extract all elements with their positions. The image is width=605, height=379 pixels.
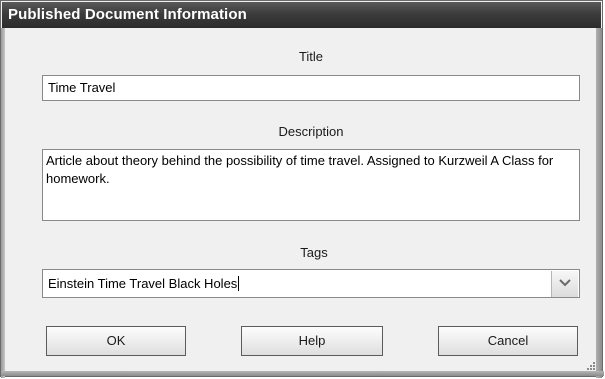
description-textarea-value: Article about theory behind the possibil… — [46, 153, 554, 186]
dialog-titlebar[interactable]: Published Document Information — [2, 2, 601, 28]
window-frame-left — [1, 28, 5, 378]
title-input[interactable]: Time Travel — [42, 75, 580, 101]
ok-button[interactable]: OK — [46, 326, 186, 356]
title-input-value: Time Travel — [48, 80, 116, 95]
tags-label: Tags — [300, 245, 328, 260]
text-caret — [238, 276, 240, 291]
tags-combobox[interactable]: Einstein Time Travel Black Holes — [42, 269, 580, 298]
published-document-dialog: Published Document Information Title Tim… — [0, 0, 604, 378]
tags-input-value: Einstein Time Travel Black Holes — [48, 276, 240, 291]
tags-input-text: Einstein Time Travel Black Holes — [48, 276, 238, 291]
window-frame-right — [596, 28, 602, 378]
title-label: Title — [298, 49, 324, 64]
cancel-button[interactable]: Cancel — [438, 326, 578, 356]
chevron-down-icon — [559, 279, 571, 287]
dialog-title: Published Document Information — [8, 6, 247, 23]
resize-grip-icon[interactable] — [585, 360, 595, 370]
description-label: Description — [278, 124, 344, 139]
tags-dropdown-button[interactable] — [551, 271, 578, 297]
description-textarea[interactable]: Article about theory behind the possibil… — [42, 149, 580, 221]
window-frame-bottom — [1, 371, 604, 376]
help-button[interactable]: Help — [241, 326, 383, 356]
